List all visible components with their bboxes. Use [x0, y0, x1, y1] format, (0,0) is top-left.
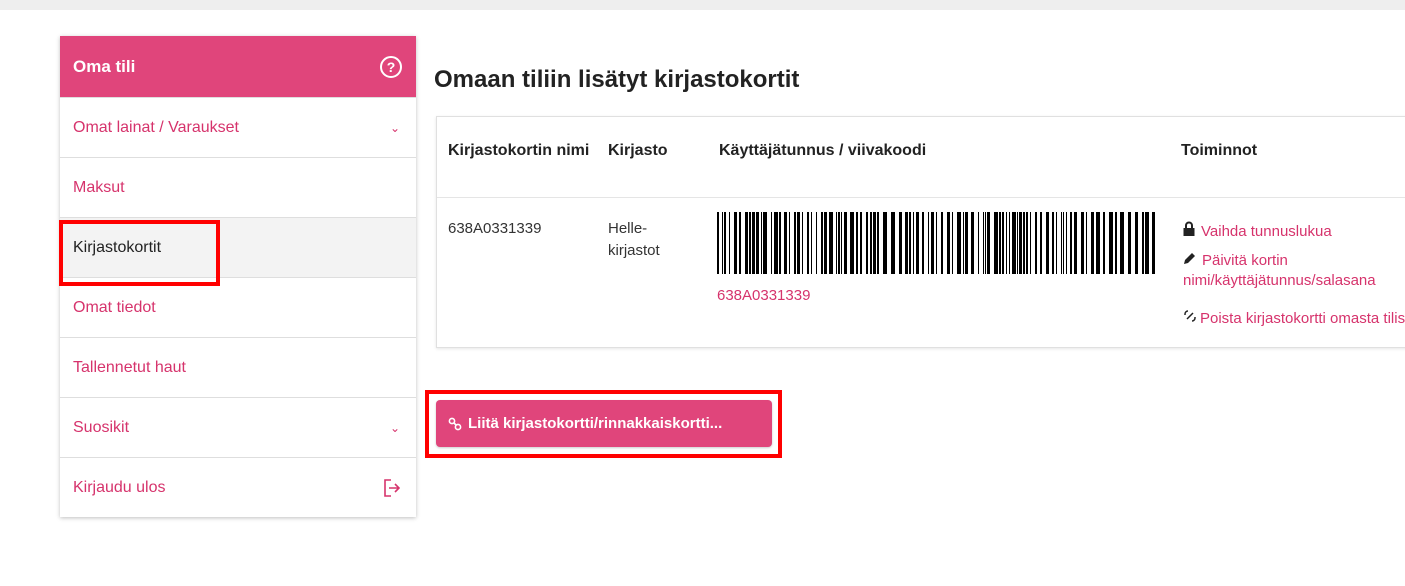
sidebar-item-library-cards[interactable]: Kirjastokortit — [60, 217, 416, 277]
page-title: Omaan tiliin lisätyt kirjastokortit — [434, 66, 800, 93]
change-pin-link[interactable]: Vaihda tunnuslukua — [1183, 221, 1332, 242]
link-library-card-label: Liitä kirjastokortti/rinnakkaiskortti... — [468, 415, 723, 432]
sidebar-item-favorites[interactable]: Suosikit ⌄ — [60, 397, 416, 457]
card-name-cell: 638A0331339 — [448, 220, 542, 237]
top-strip — [0, 0, 1405, 10]
column-header-actions: Toiminnot — [1181, 142, 1258, 159]
sidebar-item-label: Omat tiedot — [73, 298, 156, 316]
remove-card-link[interactable]: Poista kirjastokortti omasta tilistä — [1183, 309, 1405, 329]
link-icon — [448, 417, 462, 431]
sidebar-item-label: Kirjastokortit — [73, 238, 162, 256]
update-card-link[interactable]: Päivitä kortin nimi/käyttäjätunnus/salas… — [1183, 251, 1405, 291]
sidebar-item-label: Kirjaudu ulos — [73, 478, 166, 496]
sidebar-item-logout[interactable]: Kirjaudu ulos — [60, 457, 416, 517]
column-header-card-name: Kirjastokortin nimi — [448, 142, 590, 159]
sidebar-header: Oma tili ? — [60, 36, 416, 97]
sidebar-item-my-info[interactable]: Omat tiedot — [60, 277, 416, 337]
chevron-down-icon[interactable]: ⌄ — [390, 421, 400, 435]
pencil-icon — [1183, 251, 1196, 271]
sidebar-item-label: Omat lainat / Varaukset — [73, 118, 239, 136]
barcode-image — [717, 212, 1155, 274]
library-cell: Helle-kirjastot — [608, 220, 660, 259]
sidebar-item-saved-searches[interactable]: Tallennetut haut — [60, 337, 416, 397]
sidebar-item-loans[interactable]: Omat lainat / Varaukset ⌄ — [60, 97, 416, 157]
sidebar-item-payments[interactable]: Maksut — [60, 157, 416, 217]
link-library-card-button[interactable]: Liitä kirjastokortti/rinnakkaiskortti... — [436, 400, 772, 447]
library-cards-table: Kirjastokortin nimi Kirjasto Käyttäjätun… — [436, 116, 1405, 348]
barcode-number: 638A0331339 — [717, 287, 811, 304]
sidebar-item-label: Tallennetut haut — [73, 358, 186, 376]
change-pin-label: Vaihda tunnuslukua — [1201, 223, 1332, 240]
logout-icon — [384, 478, 400, 497]
column-header-username-barcode: Käyttäjätunnus / viivakoodi — [719, 142, 927, 159]
sidebar-item-label: Suosikit — [73, 418, 130, 436]
question-circle-icon[interactable]: ? — [380, 55, 402, 78]
chevron-down-icon[interactable]: ⌄ — [390, 121, 400, 135]
update-card-label: Päivitä kortin nimi/käyttäjätunnus/salas… — [1183, 252, 1376, 289]
unlink-icon — [1183, 309, 1197, 329]
lock-icon — [1183, 221, 1195, 242]
account-sidebar: Oma tili ? Omat lainat / Varaukset ⌄ Mak… — [60, 36, 416, 517]
column-header-library: Kirjasto — [608, 142, 668, 159]
row-divider — [437, 197, 1405, 198]
remove-card-label: Poista kirjastokortti omasta tilistä — [1200, 310, 1405, 327]
sidebar-item-label: Maksut — [73, 178, 125, 196]
sidebar-title: Oma tili — [73, 56, 136, 76]
